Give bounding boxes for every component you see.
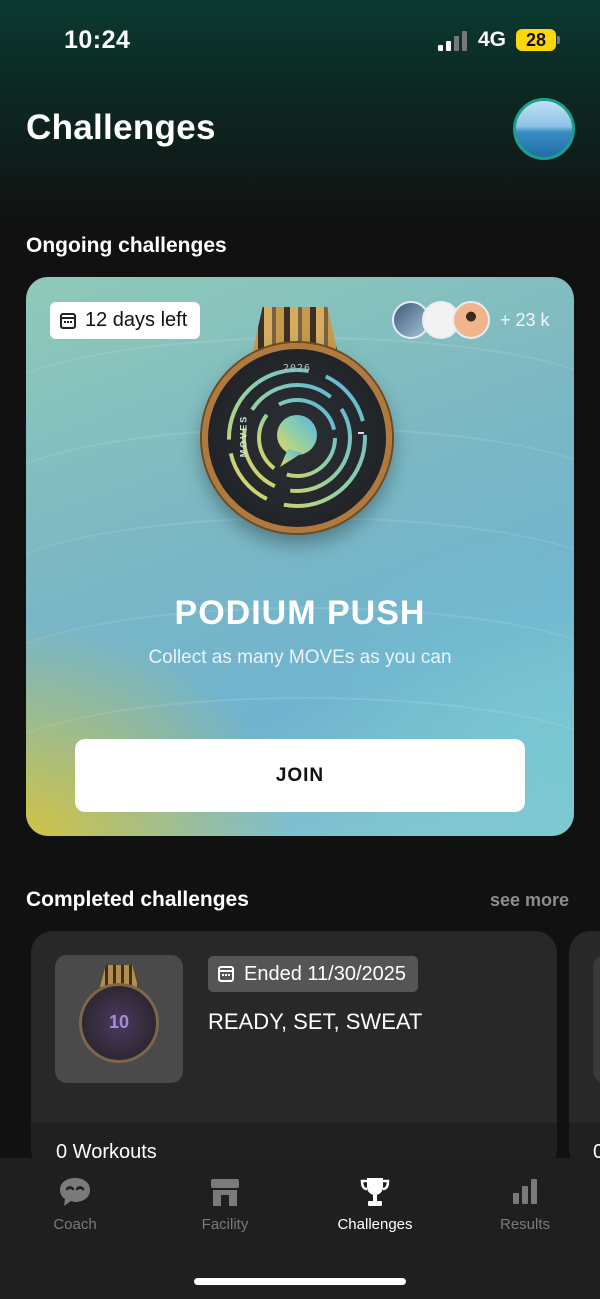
tab-label: Challenges	[337, 1216, 413, 1233]
completed-challenge-card-peek[interactable]: 0	[569, 931, 600, 1171]
trophy-icon	[358, 1176, 392, 1208]
ended-date-text: Ended 11/30/2025	[244, 962, 407, 985]
bar-chart-icon	[508, 1176, 542, 1208]
ended-date-badge: Ended 11/30/2025	[208, 956, 419, 992]
storefront-icon	[208, 1176, 242, 1208]
status-time: 10:24	[64, 26, 131, 54]
tab-label: Coach	[53, 1216, 97, 1233]
network-type: 4G	[478, 28, 507, 51]
calendar-icon	[218, 966, 234, 982]
completed-medal-thumbnail: 10	[55, 955, 183, 1083]
tab-coach[interactable]: Coach	[0, 1176, 150, 1233]
medal-brand: MOVES	[238, 414, 249, 458]
ongoing-challenge-card[interactable]: 12 days left + 23 k 2026 MOVES PODIUM PU…	[26, 277, 574, 836]
tab-results[interactable]: Results	[450, 1176, 600, 1233]
see-more-link[interactable]: see more	[490, 890, 569, 911]
tab-label: Facility	[201, 1216, 249, 1233]
join-button[interactable]: JOIN	[75, 739, 525, 812]
medal-thumbnail	[593, 955, 600, 1083]
battery-icon: 28	[516, 29, 556, 51]
page-title: Challenges	[26, 108, 216, 147]
challenge-medal: 2026 MOVES	[202, 307, 392, 537]
medal-disc: 10	[79, 983, 159, 1063]
participants-count: + 23 k	[500, 309, 550, 330]
tab-challenges[interactable]: Challenges	[300, 1176, 450, 1233]
participant-avatar	[452, 301, 490, 339]
status-bar: 10:24 4G 28	[0, 0, 600, 80]
medal-rings-icon	[227, 368, 367, 508]
participants-group[interactable]: + 23 k	[392, 301, 550, 339]
days-left-badge: 12 days left	[50, 302, 201, 339]
calendar-icon	[60, 312, 76, 329]
medal-number: 10	[108, 1012, 130, 1032]
tab-facility[interactable]: Facility	[150, 1176, 300, 1233]
medal-year: 2026	[282, 363, 312, 374]
chat-bubble-icon	[58, 1176, 92, 1208]
completed-section-title: Completed challenges	[26, 888, 249, 911]
challenge-title: PODIUM PUSH	[174, 594, 426, 632]
home-indicator[interactable]	[194, 1278, 406, 1285]
battery-nub	[557, 36, 560, 44]
cellular-signal-icon	[438, 31, 470, 51]
tab-label: Results	[499, 1216, 551, 1233]
days-left-text: 12 days left	[85, 309, 188, 331]
profile-avatar[interactable]	[513, 98, 575, 160]
completed-challenge-card[interactable]: 10 Ended 11/30/2025 READY, SET, SWEAT 0 …	[31, 931, 557, 1171]
medal-disc: 2026 MOVES	[202, 343, 392, 533]
ongoing-section-title: Ongoing challenges	[26, 234, 227, 257]
challenge-description: Collect as many MOVEs as you can	[148, 647, 452, 668]
completed-challenge-title: READY, SET, SWEAT	[208, 1009, 423, 1034]
